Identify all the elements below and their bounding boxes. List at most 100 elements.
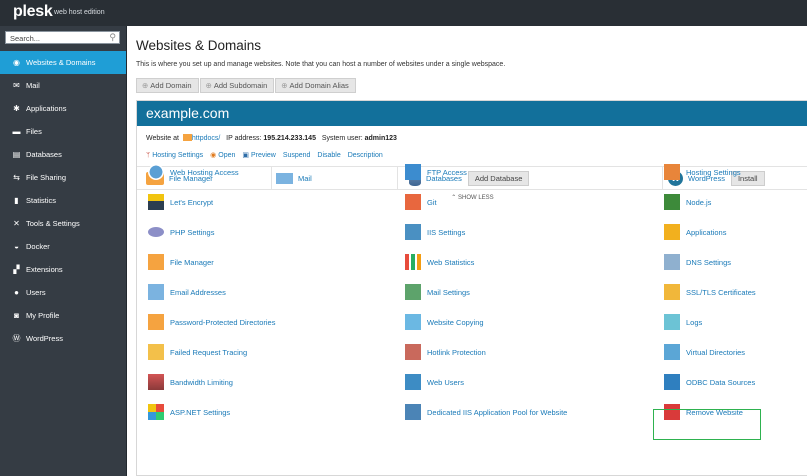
add-domain-alias-button[interactable]: ⊕ Add Domain Alias bbox=[275, 78, 356, 93]
profile-icon: ◙ bbox=[14, 311, 19, 320]
show-less-label: SHOW LESS bbox=[458, 195, 494, 201]
chevron-up-icon: ⌃ bbox=[451, 195, 457, 201]
tool-web-users[interactable]: Web Users bbox=[405, 373, 464, 391]
preview-icon: ▣ bbox=[242, 152, 249, 159]
tool-label: Password-Protected Directories bbox=[170, 317, 276, 327]
system-user: admin123 bbox=[364, 135, 397, 142]
sidebar-item-wordpress[interactable]: Ⓦ WordPress bbox=[0, 327, 126, 350]
tool-ssl-tls-certificates[interactable]: SSL/TLS Certificates bbox=[664, 283, 756, 301]
tool-website-copying[interactable]: Website Copying bbox=[405, 313, 484, 331]
tool-web-hosting-access[interactable]: Web Hosting Access bbox=[148, 163, 239, 181]
sidebar-item-label: Files bbox=[26, 127, 42, 136]
tool-mail-settings[interactable]: Mail Settings bbox=[405, 283, 470, 301]
tool-dedicated-iis-application-pool-for-website[interactable]: Dedicated IIS Application Pool for Websi… bbox=[405, 403, 567, 421]
hosting-settings-icon bbox=[664, 164, 680, 180]
description-link[interactable]: Description bbox=[348, 152, 383, 159]
sidebar-item-file-sharing[interactable]: ⇆ File Sharing bbox=[0, 166, 126, 189]
nodejs-icon bbox=[664, 194, 680, 210]
sidebar-item-databases[interactable]: ▤ Databases bbox=[0, 143, 126, 166]
database-icon: ▤ bbox=[12, 150, 21, 159]
php-icon bbox=[148, 227, 164, 237]
folder-icon bbox=[182, 134, 192, 141]
tool-label: Web Users bbox=[427, 377, 464, 387]
tool-let-s-encrypt[interactable]: Let's Encrypt bbox=[148, 193, 213, 211]
page-title: Websites & Domains bbox=[136, 38, 262, 53]
locked-folder-icon bbox=[148, 314, 164, 330]
gear-icon: ✱ bbox=[13, 104, 20, 113]
tool-label: Bandwidth Limiting bbox=[170, 377, 233, 387]
sidebar-item-extensions[interactable]: ▞ Extensions bbox=[0, 258, 126, 281]
sidebar-item-docker[interactable]: ◒ Docker bbox=[0, 235, 126, 258]
tool-web-statistics[interactable]: Web Statistics bbox=[405, 253, 474, 271]
domain-name[interactable]: example.com bbox=[146, 105, 229, 121]
tool-label: ODBC Data Sources bbox=[686, 377, 756, 387]
tool-label: IIS Settings bbox=[427, 227, 466, 237]
edition-label: web host edition bbox=[54, 9, 105, 16]
plesk-logo[interactable]: plesk bbox=[13, 3, 53, 21]
tool-virtual-directories[interactable]: Virtual Directories bbox=[664, 343, 745, 361]
add-domain-button[interactable]: ⊕ Add Domain bbox=[136, 78, 199, 93]
preview-link[interactable]: ▣ Preview bbox=[242, 152, 276, 159]
tool-bandwidth-limiting[interactable]: Bandwidth Limiting bbox=[148, 373, 233, 391]
sidebar-item-users[interactable]: ● Users bbox=[0, 281, 126, 304]
ssl-certificate-icon bbox=[664, 284, 680, 300]
sidebar-item-label: Users bbox=[26, 288, 46, 297]
tool-iis-settings[interactable]: IIS Settings bbox=[405, 223, 465, 241]
sidebar-item-label: Extensions bbox=[26, 265, 63, 274]
mail-icon bbox=[148, 284, 164, 300]
tool-applications[interactable]: Applications bbox=[664, 223, 726, 241]
tool-label: Let's Encrypt bbox=[170, 197, 214, 207]
tool-password-protected-directories[interactable]: Password-Protected Directories bbox=[148, 313, 275, 331]
tool-hosting-settings[interactable]: Hosting Settings bbox=[664, 163, 741, 181]
tool-file-manager[interactable]: File Manager bbox=[148, 253, 214, 271]
tool-label: Email Addresses bbox=[170, 287, 226, 297]
virtual-directories-icon bbox=[664, 344, 680, 360]
sidebar-item-tools-settings[interactable]: ✕ Tools & Settings bbox=[0, 212, 126, 235]
sidebar-item-statistics[interactable]: ▮ Statistics bbox=[0, 189, 126, 212]
open-label: Open bbox=[218, 152, 236, 159]
search-icon[interactable]: ⚲ bbox=[109, 32, 116, 43]
disable-link[interactable]: Disable bbox=[317, 152, 340, 159]
hosting-settings-label: Hosting Settings bbox=[152, 152, 204, 159]
add-database-button[interactable]: Add Database bbox=[467, 171, 530, 186]
tool-failed-request-tracing[interactable]: Failed Request Tracing bbox=[148, 343, 247, 361]
domain-actions: ᛘ Hosting Settings ◉ Open ▣ Preview Suspend… bbox=[146, 151, 388, 159]
tool-ftp-access[interactable]: FTP Access bbox=[405, 163, 467, 181]
domain-info: Website at httpdocs/ IP address: 195.214… bbox=[146, 134, 397, 142]
search-placeholder: Search... bbox=[10, 34, 41, 43]
suspend-link[interactable]: Suspend bbox=[283, 152, 311, 159]
tool-asp-net-settings[interactable]: ASP.NET Settings bbox=[148, 403, 230, 421]
website-at-label: Website at bbox=[146, 135, 179, 142]
tool-node-js[interactable]: Node.js bbox=[664, 193, 711, 211]
open-link[interactable]: ◉ Open bbox=[210, 152, 235, 159]
tool-hotlink-protection[interactable]: Hotlink Protection bbox=[405, 343, 486, 361]
tool-git[interactable]: Git bbox=[405, 193, 437, 211]
git-icon bbox=[405, 194, 421, 210]
add-icon: ⊕ bbox=[205, 81, 212, 90]
sidebar-item-my-profile[interactable]: ◙ My Profile bbox=[0, 304, 126, 327]
sidebar-item-applications[interactable]: ✱ Applications bbox=[0, 97, 126, 120]
domain-panel: example.com Website at httpdocs/ IP addr… bbox=[136, 100, 807, 476]
lets-encrypt-icon bbox=[148, 194, 164, 210]
mail-icon: ✉ bbox=[13, 81, 20, 90]
tool-dns-settings[interactable]: DNS Settings bbox=[664, 253, 731, 271]
sidebar-item-mail[interactable]: ✉ Mail bbox=[0, 74, 126, 97]
httpdocs-link[interactable]: httpdocs/ bbox=[192, 135, 220, 142]
sidebar-item-label: WordPress bbox=[26, 334, 63, 343]
sidebar-item-files[interactable]: ▬ Files bbox=[0, 120, 126, 143]
sidebar-item-websites-domains[interactable]: ◉ Websites & Domains bbox=[0, 51, 126, 74]
quick-mail[interactable]: Mail bbox=[273, 167, 398, 190]
tool-logs[interactable]: Logs bbox=[664, 313, 702, 331]
tool-php-settings[interactable]: PHP Settings bbox=[148, 223, 214, 241]
mail-icon bbox=[276, 173, 293, 184]
search-input[interactable]: Search... ⚲ bbox=[5, 31, 120, 44]
hosting-settings-link[interactable]: ᛘ Hosting Settings bbox=[146, 152, 203, 159]
tool-label: Hosting Settings bbox=[686, 167, 741, 177]
tool-label: Logs bbox=[686, 317, 703, 327]
tool-odbc-data-sources[interactable]: ODBC Data Sources bbox=[664, 373, 755, 391]
sidebar-item-label: Applications bbox=[26, 104, 67, 113]
tool-email-addresses[interactable]: Email Addresses bbox=[148, 283, 226, 301]
add-subdomain-button[interactable]: ⊕ Add Subdomain bbox=[199, 78, 275, 93]
tool-label: Mail Settings bbox=[427, 287, 470, 297]
quick-mail-label: Mail bbox=[298, 174, 312, 183]
